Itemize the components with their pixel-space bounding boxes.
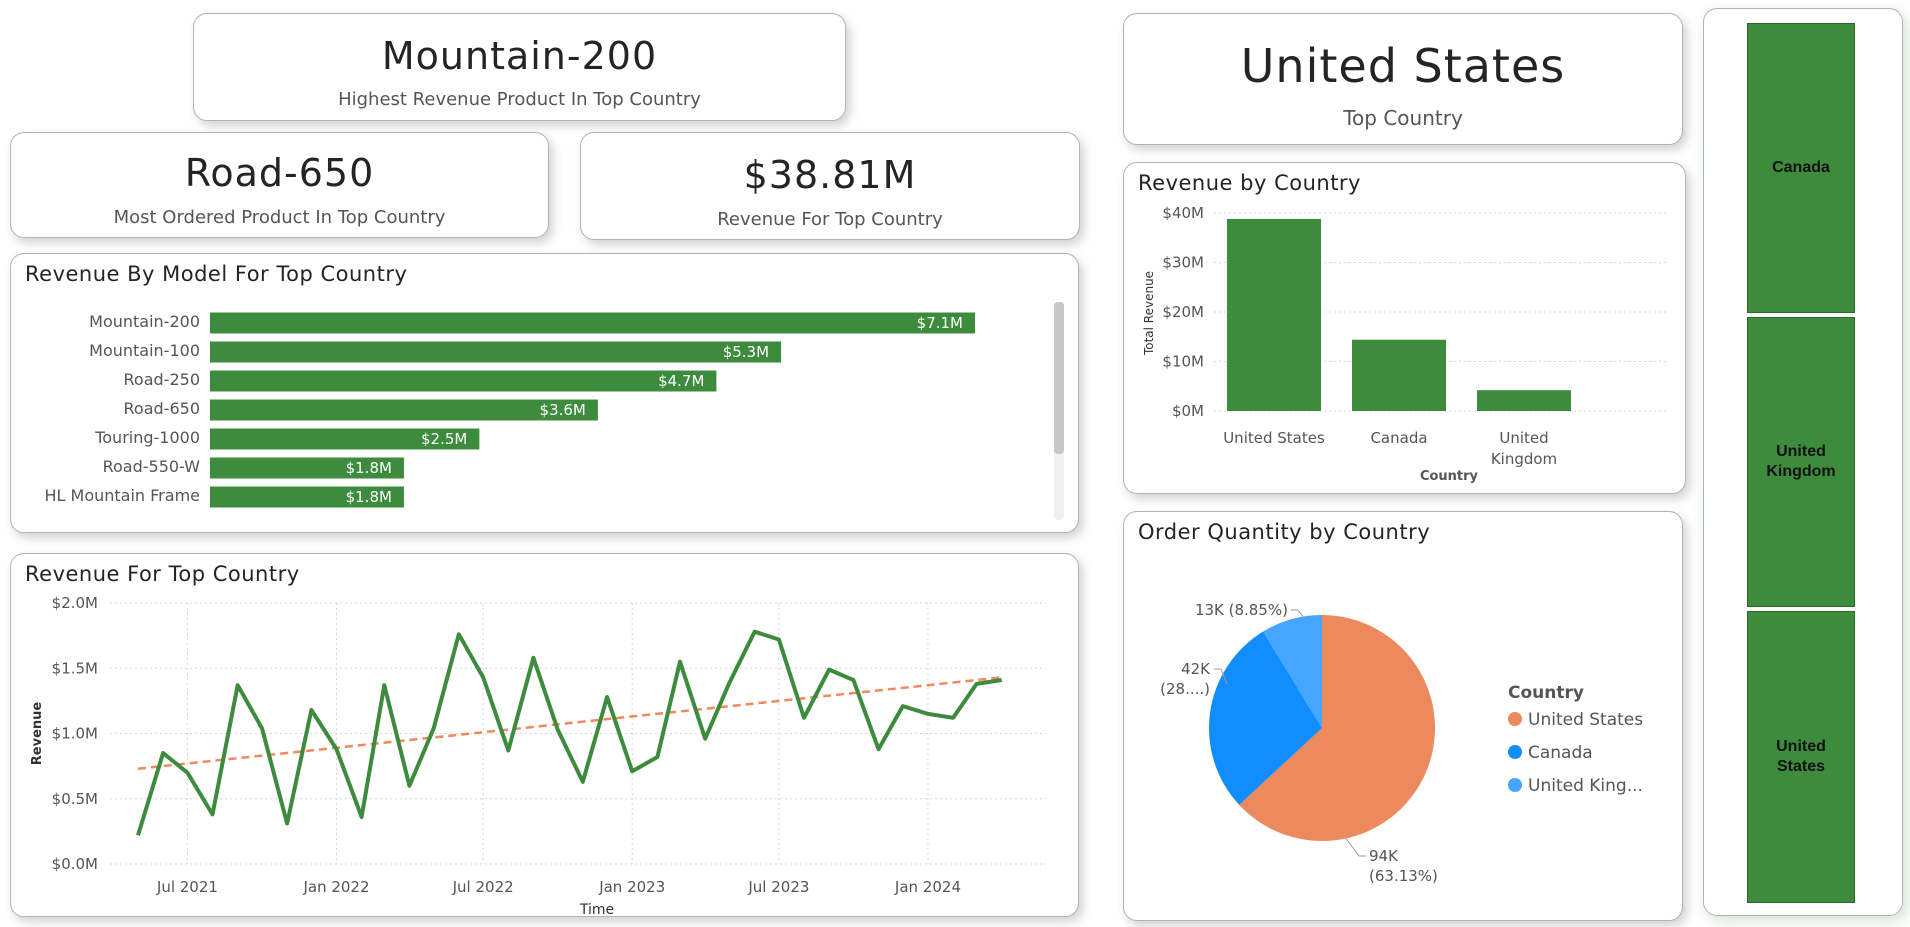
y-tick-label: $1.0M	[52, 725, 98, 743]
kpi-value: Mountain-200	[381, 34, 658, 78]
bar[interactable]	[1352, 339, 1446, 411]
data-label: (28....)	[1160, 680, 1210, 698]
treemap-cell-canada[interactable]: Canada	[1747, 23, 1855, 313]
y-tick-label: $1.5M	[52, 659, 98, 677]
data-label: (63.13%)	[1369, 867, 1438, 885]
kpi-label: Highest Revenue Product In Top Country	[338, 89, 701, 110]
treemap-label: United Kingdom	[1766, 443, 1836, 480]
revenue-by-country-card[interactable]: Revenue by Country $0M $10M $20M $30M $40M Un…	[1123, 162, 1686, 494]
order-quantity-chart: 94K (63.13%) 42K (28....) 13K (8.85%) Country…	[1160, 601, 1643, 885]
kpi-card-most-ordered[interactable]: Road-650 Most Ordered Product In Top Cou…	[10, 132, 549, 238]
category-label: Road-650	[124, 399, 200, 418]
leader-line	[1344, 836, 1366, 857]
kpi-value: Road-650	[184, 151, 375, 195]
card-title: Revenue By Model For Top Country	[25, 262, 408, 286]
y-tick-label: $10M	[1162, 353, 1204, 371]
bar[interactable]	[210, 341, 782, 363]
data-label: 13K (8.85%)	[1195, 601, 1288, 619]
y-tick-label: $30M	[1162, 254, 1204, 272]
order-quantity-card[interactable]: Order Quantity by Country 94K (63.13%) 42K…	[1123, 511, 1683, 921]
legend-marker	[1508, 778, 1522, 792]
legend-title: Country	[1508, 683, 1584, 703]
card-title: Revenue For Top Country	[25, 562, 300, 586]
y-tick-label: $40M	[1162, 204, 1204, 222]
treemap-cell-united-states[interactable]: United States	[1747, 611, 1855, 903]
data-label: $5.3M	[723, 343, 769, 361]
data-label: $3.6M	[540, 401, 586, 419]
legend-marker	[1508, 745, 1522, 759]
category-label: HL Mountain Frame	[44, 486, 200, 505]
x-tick-label: Jul 2022	[452, 878, 514, 896]
kpi-card-top-country[interactable]: United States Top Country	[1123, 13, 1683, 145]
legend-label[interactable]: United King...	[1528, 776, 1643, 796]
data-label: $1.8M	[346, 488, 392, 506]
x-tick-label: United	[1499, 429, 1548, 447]
kpi-label: Top Country	[1343, 106, 1463, 130]
data-label: 94K	[1369, 847, 1399, 865]
y-axis-title: Total Revenue	[1142, 271, 1156, 356]
x-tick-label: Jul 2023	[747, 878, 809, 896]
x-axis-title: Country	[1420, 469, 1479, 484]
category-label: Mountain-100	[89, 341, 200, 360]
data-label: $4.7M	[658, 372, 704, 390]
revenue-by-model-card[interactable]: Revenue By Model For Top Country Mountai…	[10, 253, 1079, 533]
legend-marker	[1508, 712, 1522, 726]
data-label: $7.1M	[917, 314, 963, 332]
x-tick-label: Kingdom	[1491, 450, 1557, 468]
y-tick-label: $2.0M	[52, 594, 98, 612]
y-tick-label: $0.5M	[52, 790, 98, 808]
treemap-label: Canada	[1772, 159, 1830, 176]
revenue-by-country-chart: $0M $10M $20M $30M $40M United States Canada Un…	[1142, 204, 1669, 484]
x-tick-label: Jan 2022	[302, 878, 369, 896]
category-label: Touring-1000	[94, 428, 200, 447]
scrollbar-thumb[interactable]	[1054, 302, 1064, 454]
kpi-value: United States	[1240, 39, 1566, 93]
kpi-value: $38.81M	[743, 153, 917, 197]
x-tick-label: Jan 2023	[598, 878, 665, 896]
bar[interactable]	[1477, 390, 1571, 411]
treemap: Canada United Kingdom United States	[1747, 23, 1855, 903]
x-tick-label: Jan 2024	[894, 878, 961, 896]
kpi-label: Most Ordered Product In Top Country	[113, 207, 446, 228]
kpi-label: Revenue For Top Country	[717, 209, 943, 230]
y-axis-title: Revenue	[30, 702, 45, 766]
revenue-time-chart: $0.0M $0.5M $1.0M $1.5M $2.0M Jul 2021 Jan 202…	[30, 594, 1046, 914]
kpi-card-revenue[interactable]: $38.81M Revenue For Top Country	[580, 132, 1080, 240]
x-tick-label: Jul 2021	[156, 878, 218, 896]
x-tick-label: Canada	[1370, 429, 1427, 447]
legend-label[interactable]: United States	[1528, 710, 1643, 730]
card-title: Order Quantity by Country	[1138, 520, 1431, 544]
y-tick-label: $0.0M	[52, 855, 98, 873]
scrollbar[interactable]	[1054, 302, 1064, 520]
category-label: Road-250	[124, 370, 200, 389]
data-label: $1.8M	[346, 459, 392, 477]
category-label: Road-550-W	[103, 457, 201, 476]
treemap-label: United States	[1776, 738, 1826, 775]
x-axis-title: Time	[579, 902, 614, 914]
kpi-card-highest-product[interactable]: Mountain-200 Highest Revenue Product In …	[193, 13, 846, 121]
revenue-time-card[interactable]: Revenue For Top Country $0.0M $0.5M $1.0M $…	[10, 553, 1079, 917]
bar[interactable]	[210, 370, 717, 392]
x-tick-label: United States	[1223, 429, 1325, 447]
revenue-line[interactable]	[136, 629, 1003, 836]
bar[interactable]	[210, 312, 975, 334]
revenue-by-model-chart: Mountain-200 $7.1M Mountain-100 $5.3M Road-2…	[44, 312, 975, 508]
y-tick-label: $0M	[1172, 402, 1204, 420]
y-tick-label: $20M	[1162, 303, 1204, 321]
category-label: Mountain-200	[89, 312, 200, 331]
treemap-cell-united-kingdom[interactable]: United Kingdom	[1747, 317, 1855, 607]
data-label: 42K	[1181, 660, 1211, 678]
legend-label[interactable]: Canada	[1528, 743, 1593, 763]
card-title: Revenue by Country	[1138, 171, 1361, 195]
bar[interactable]	[1227, 218, 1321, 411]
data-label: $2.5M	[421, 430, 467, 448]
country-treemap-card[interactable]: Canada United Kingdom United States	[1703, 8, 1903, 916]
